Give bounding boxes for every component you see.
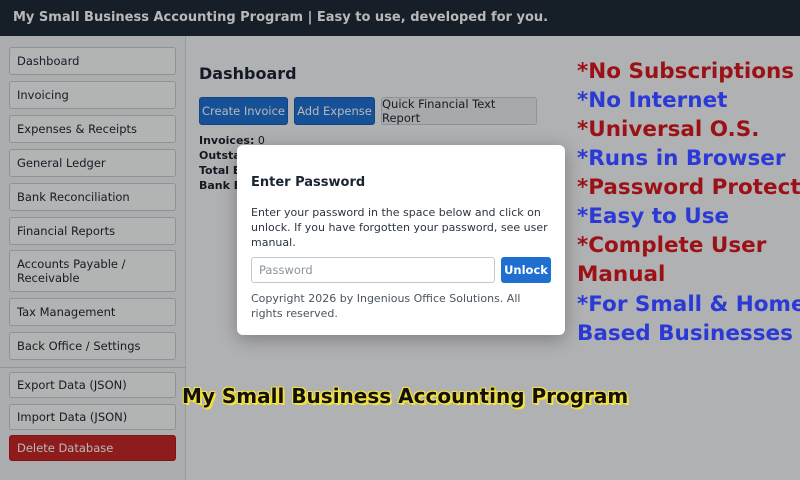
promo-banner: My Small Business Accounting Program xyxy=(182,384,629,408)
promo-line: *No Internet xyxy=(577,88,728,113)
promo-line: Manual xyxy=(577,262,666,287)
promo-line: *Universal O.S. xyxy=(577,117,760,142)
promo-line: *Easy to Use xyxy=(577,204,730,229)
copyright-text: Copyright 2026 by Ingenious Office Solut… xyxy=(251,292,521,320)
promo-line: *Complete User xyxy=(577,233,767,258)
dialog-instructions: Enter your password in the space below a… xyxy=(251,206,548,249)
promo-line: *For Small & Home xyxy=(577,292,800,317)
unlock-button[interactable]: Unlock xyxy=(501,257,551,283)
promo-line: *Runs in Browser xyxy=(577,146,786,171)
promo-line: Based Businesses xyxy=(577,321,793,346)
promo-line: *No Subscriptions xyxy=(577,59,795,84)
password-dialog: Enter Password Enter your password in th… xyxy=(237,145,565,335)
promo-line: *Password Protected xyxy=(577,175,800,200)
password-input[interactable]: Password xyxy=(251,257,495,283)
dialog-title: Enter Password xyxy=(251,175,366,190)
